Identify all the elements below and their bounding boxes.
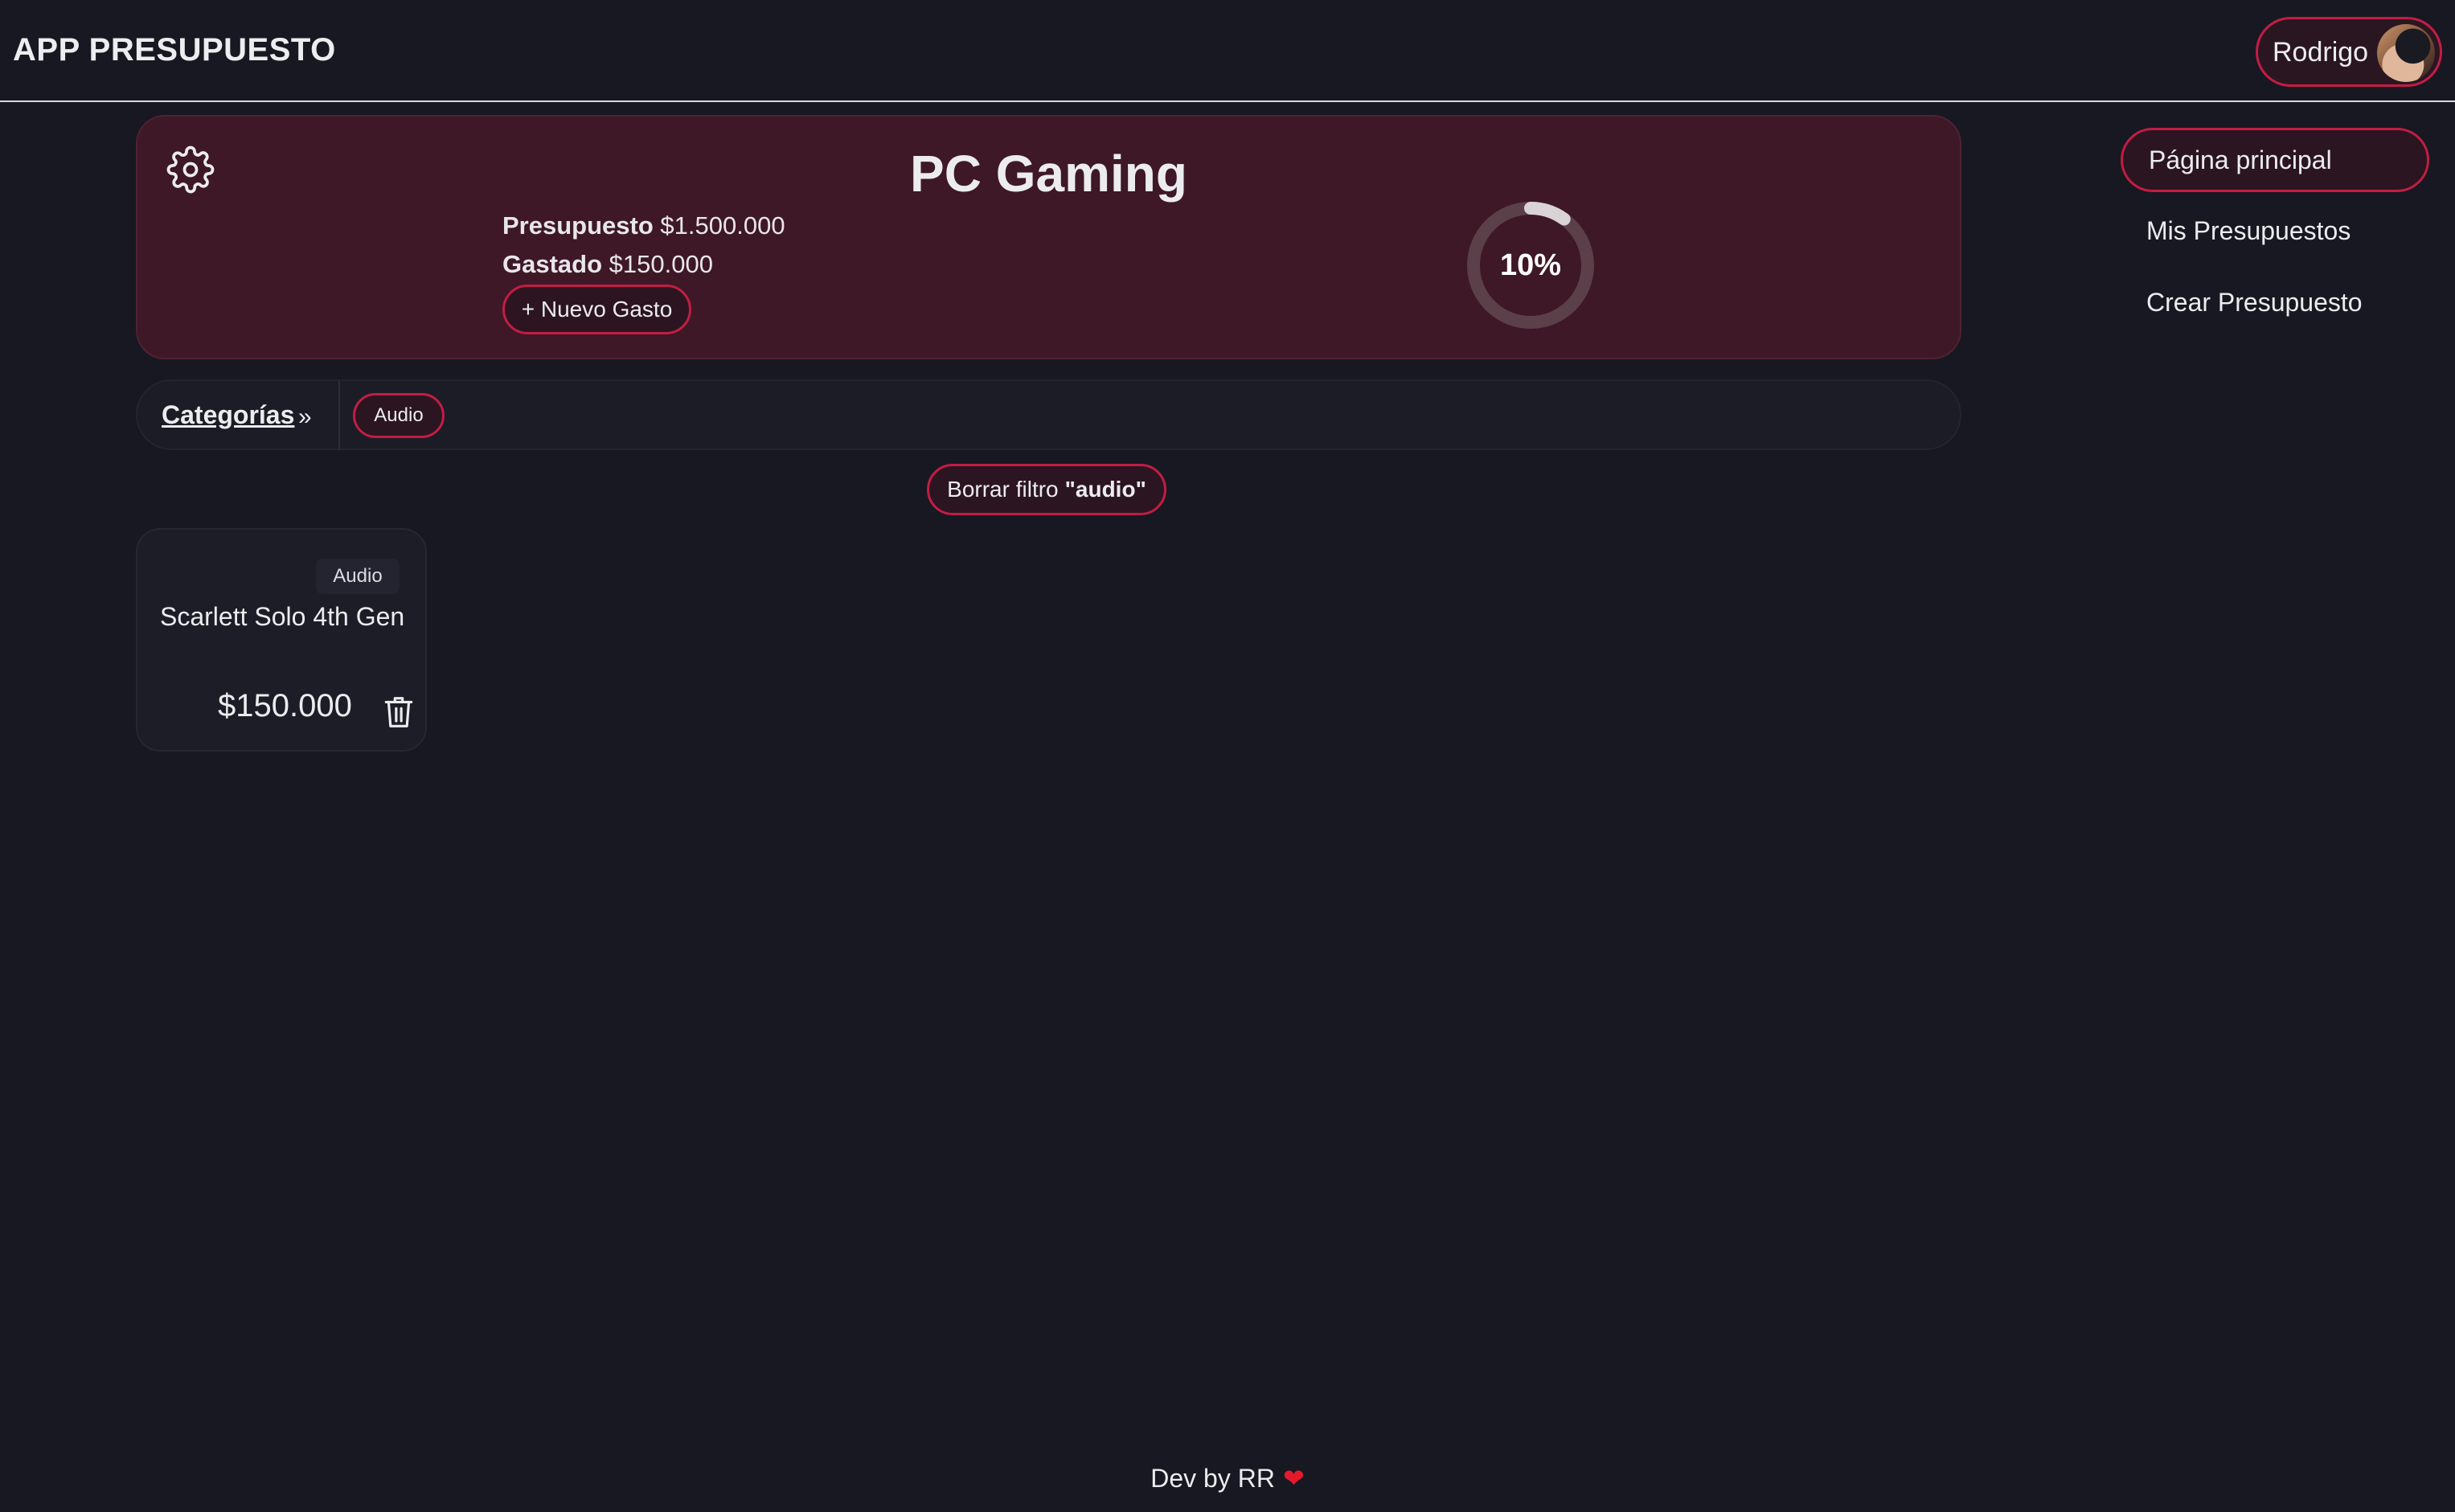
heart-icon: ❤	[1282, 1464, 1305, 1493]
budget-value: $1.500.000	[660, 211, 785, 240]
budget-summary-card: PC Gaming Presupuesto $1.500.000 Gastado…	[136, 115, 1961, 359]
footer-text: Dev by RR	[1150, 1464, 1275, 1493]
progress-percent: 10%	[1499, 248, 1562, 282]
budget-label: Presupuesto	[502, 211, 654, 240]
expense-name: Scarlett Solo 4th Gen	[160, 602, 405, 631]
categories-bar: Categorías » Audio	[136, 379, 1961, 450]
category-chip-audio[interactable]: Audio	[353, 393, 445, 438]
clear-filter-value: "audio"	[1064, 477, 1146, 502]
user-name: Rodrigo	[2273, 37, 2369, 68]
avatar	[2377, 24, 2435, 82]
budget-amount-line: Presupuesto $1.500.000	[502, 207, 785, 245]
categories-link[interactable]: Categorías	[162, 400, 294, 430]
nav-item-my-budgets[interactable]: Mis Presupuestos	[2121, 199, 2429, 263]
budget-figures: Presupuesto $1.500.000 Gastado $150.000	[502, 207, 785, 284]
budget-title: PC Gaming	[910, 145, 1187, 203]
nav-item-create-budget[interactable]: Crear Presupuesto	[2121, 270, 2429, 334]
divider	[338, 381, 340, 450]
footer: Dev by RR ❤	[0, 1463, 2455, 1494]
clear-filter-button[interactable]: Borrar filtro "audio"	[927, 464, 1166, 515]
app-title[interactable]: APP PRESUPUESTO	[13, 32, 336, 68]
spent-value: $150.000	[609, 250, 713, 278]
clear-filter-label: Borrar filtro	[947, 477, 1059, 502]
expense-amount: $150.000	[218, 688, 352, 723]
expense-category-tag: Audio	[316, 559, 400, 594]
trash-icon[interactable]	[383, 695, 414, 730]
top-header: APP PRESUPUESTO Rodrigo	[0, 0, 2455, 102]
spent-label: Gastado	[502, 250, 603, 278]
expense-card[interactable]: Audio Scarlett Solo 4th Gen $150.000	[136, 528, 427, 752]
spent-amount-line: Gastado $150.000	[502, 245, 785, 284]
new-expense-button[interactable]: + Nuevo Gasto	[502, 285, 691, 334]
user-menu-button[interactable]: Rodrigo	[2256, 17, 2442, 87]
chevron-right-icon[interactable]: »	[298, 404, 312, 431]
nav-item-home[interactable]: Página principal	[2121, 128, 2429, 192]
